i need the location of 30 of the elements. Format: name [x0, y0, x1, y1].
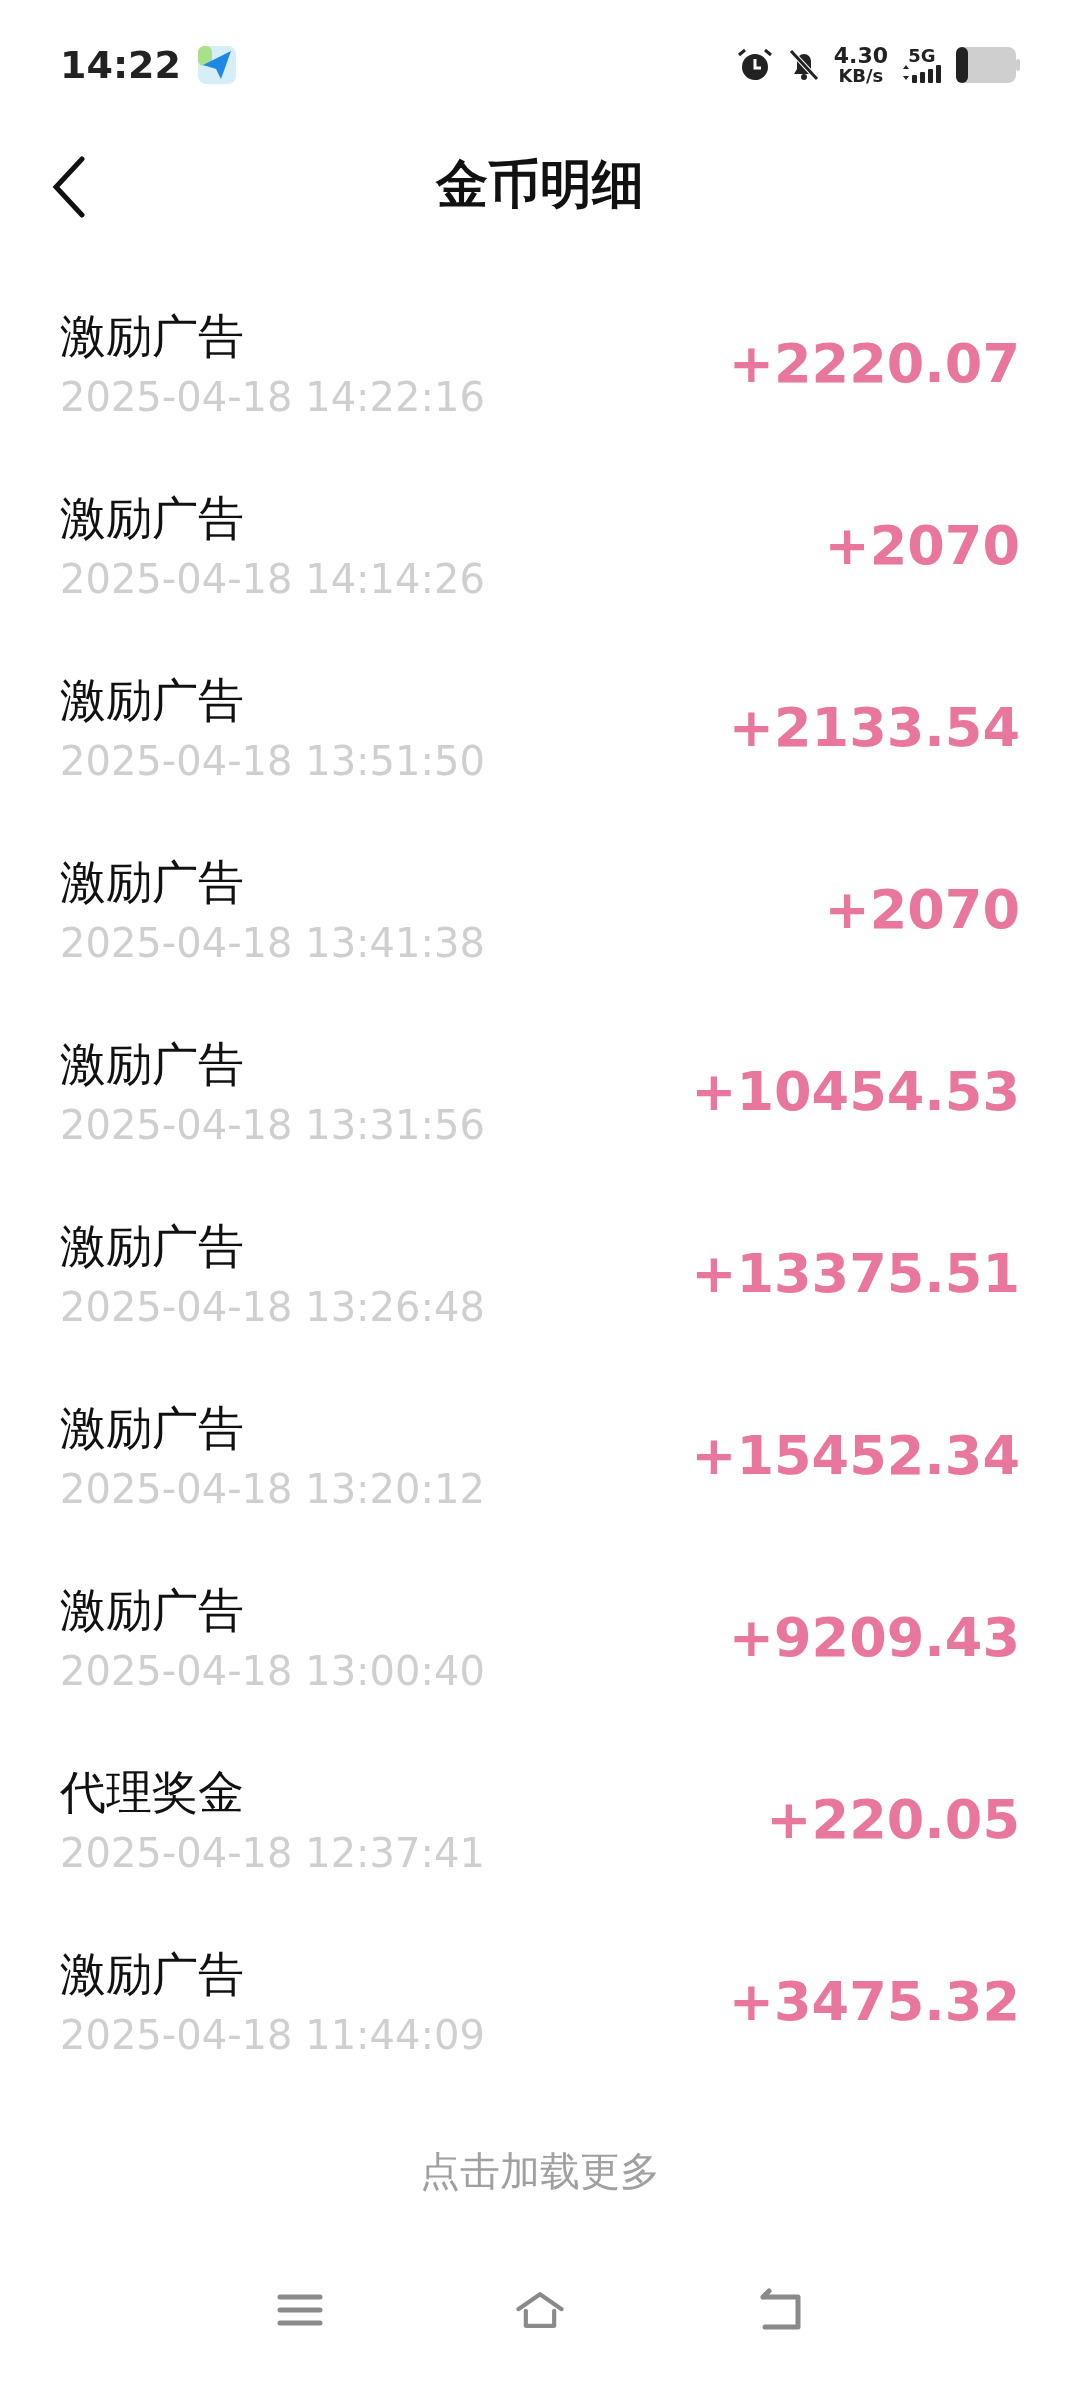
signal-icon — [900, 65, 944, 83]
record-amount: +2070 — [824, 513, 1020, 577]
network-type: 5G — [908, 47, 936, 65]
status-time: 14:22 — [60, 43, 181, 87]
record-amount: +3475.32 — [728, 1969, 1020, 2033]
record-type: 激励广告 — [60, 1036, 245, 1093]
network-speed: 4.30 — [833, 45, 888, 67]
record-amount: +10454.53 — [691, 1059, 1020, 1123]
record-type: 激励广告 — [60, 1400, 245, 1457]
record-type: 激励广告 — [60, 1946, 245, 2003]
record-amount: +15452.34 — [691, 1423, 1020, 1487]
record-amount: +2070 — [824, 877, 1020, 941]
record-type: 激励广告 — [60, 672, 245, 729]
paper-plane-app-icon — [196, 45, 237, 85]
record-amount: +220.05 — [766, 1787, 1020, 1851]
record-type: 激励广告 — [60, 308, 245, 365]
record-amount: +13375.51 — [691, 1241, 1020, 1305]
record-type: 代理奖金 — [60, 1764, 245, 1821]
network-speed-unit: KB/s — [838, 67, 884, 85]
load-more-button[interactable]: 点击加载更多 — [412, 2136, 668, 2207]
record-type: 激励广告 — [60, 490, 245, 547]
page-title: 金币明细 — [436, 153, 644, 216]
battery-icon — [956, 47, 1020, 83]
record-type: 激励广告 — [60, 854, 245, 911]
record-amount: +2220.07 — [728, 331, 1020, 395]
record-amount: +2133.54 — [728, 695, 1020, 759]
record-type: 激励广告 — [60, 1218, 245, 1275]
alarm-icon — [735, 47, 774, 83]
record-type: 激励广告 — [60, 1582, 245, 1639]
record-amount: +9209.43 — [728, 1605, 1020, 1669]
